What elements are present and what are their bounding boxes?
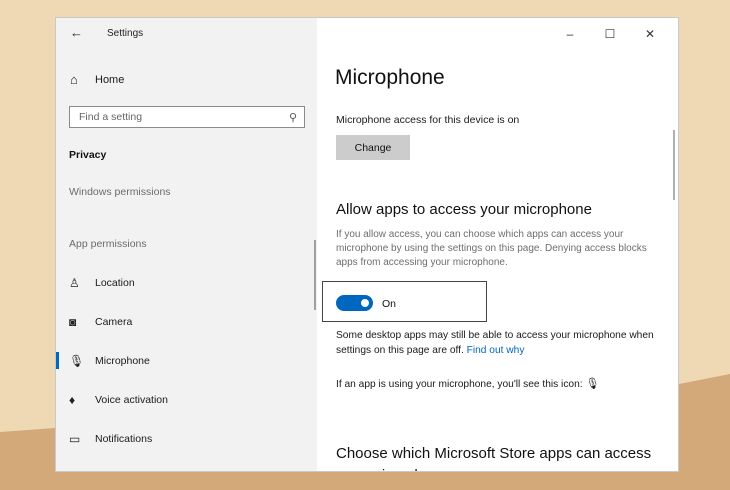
icon-note: If an app is using your microphone, you'… (336, 377, 676, 392)
voice-activation-icon: ♦ (69, 393, 76, 407)
home-icon: ⌂ (70, 72, 78, 87)
search-input[interactable] (79, 111, 269, 123)
minimize-button[interactable]: – (550, 24, 590, 44)
windows-permissions-header: Windows permissions (69, 186, 171, 198)
window-controls: – ☐ ✕ (550, 24, 670, 44)
sidebar-item-voice-activation[interactable]: ♦ Voice activation (56, 389, 317, 411)
sidebar-scrollbar[interactable] (314, 240, 316, 310)
device-access-status: Microphone access for this device is on (336, 114, 520, 126)
main-content: – ☐ ✕ Microphone Microphone access for t… (317, 18, 678, 471)
maximize-button[interactable]: ☐ (590, 24, 630, 44)
sidebar: ← Settings ⌂ Home ⚲ Privacy Windows perm… (56, 18, 317, 471)
sidebar-item-notifications[interactable]: ▭ Notifications (56, 428, 317, 450)
microphone-icon: 🎙︎ (69, 354, 85, 368)
sidebar-item-location[interactable]: ♙ Location (56, 272, 317, 294)
main-scrollbar[interactable] (673, 130, 675, 200)
allow-apps-toggle[interactable] (336, 295, 373, 311)
sidebar-item-label: Microphone (95, 355, 150, 367)
icon-note-text: If an app is using your microphone, you'… (336, 379, 583, 390)
search-icon[interactable]: ⚲ (289, 111, 297, 124)
notifications-icon: ▭ (69, 432, 81, 446)
camera-icon: ◙ (69, 315, 77, 329)
allow-apps-description: If you allow access, you can choose whic… (336, 229, 647, 268)
microphone-indicator-icon: 🎙︎ (585, 378, 600, 390)
allow-apps-heading: Allow apps to access your microphone (336, 201, 592, 218)
page-title: Microphone (335, 66, 445, 89)
sidebar-item-label: Voice activation (95, 394, 168, 406)
toggle-state-label: On (382, 298, 397, 310)
sidebar-item-camera[interactable]: ◙ Camera (56, 311, 317, 333)
close-button[interactable]: ✕ (630, 24, 670, 44)
search-box[interactable]: ⚲ (69, 106, 305, 128)
change-button[interactable]: Change (336, 135, 410, 160)
find-out-why-link[interactable]: Find out why (467, 345, 525, 356)
location-icon: ♙ (69, 276, 80, 290)
settings-window: ← Settings ⌂ Home ⚲ Privacy Windows perm… (55, 17, 679, 472)
sidebar-item-label: Notifications (95, 433, 153, 445)
window-title: Settings (107, 28, 144, 39)
desktop-apps-note: Some desktop apps may still be able to a… (336, 328, 676, 358)
back-arrow-icon[interactable]: ← (70, 25, 83, 40)
app-permissions-header: App permissions (69, 238, 147, 250)
home-label: Home (95, 73, 125, 86)
category-title: Privacy (69, 149, 107, 161)
sidebar-item-label: Location (95, 277, 135, 289)
sidebar-item-microphone[interactable]: 🎙︎ Microphone (56, 350, 317, 372)
sidebar-item-label: Camera (95, 316, 133, 328)
toggle-knob (361, 299, 369, 307)
home-nav-item[interactable]: ⌂ Home (70, 72, 124, 87)
store-apps-heading: Choose which Microsoft Store apps can ac… (336, 445, 652, 471)
